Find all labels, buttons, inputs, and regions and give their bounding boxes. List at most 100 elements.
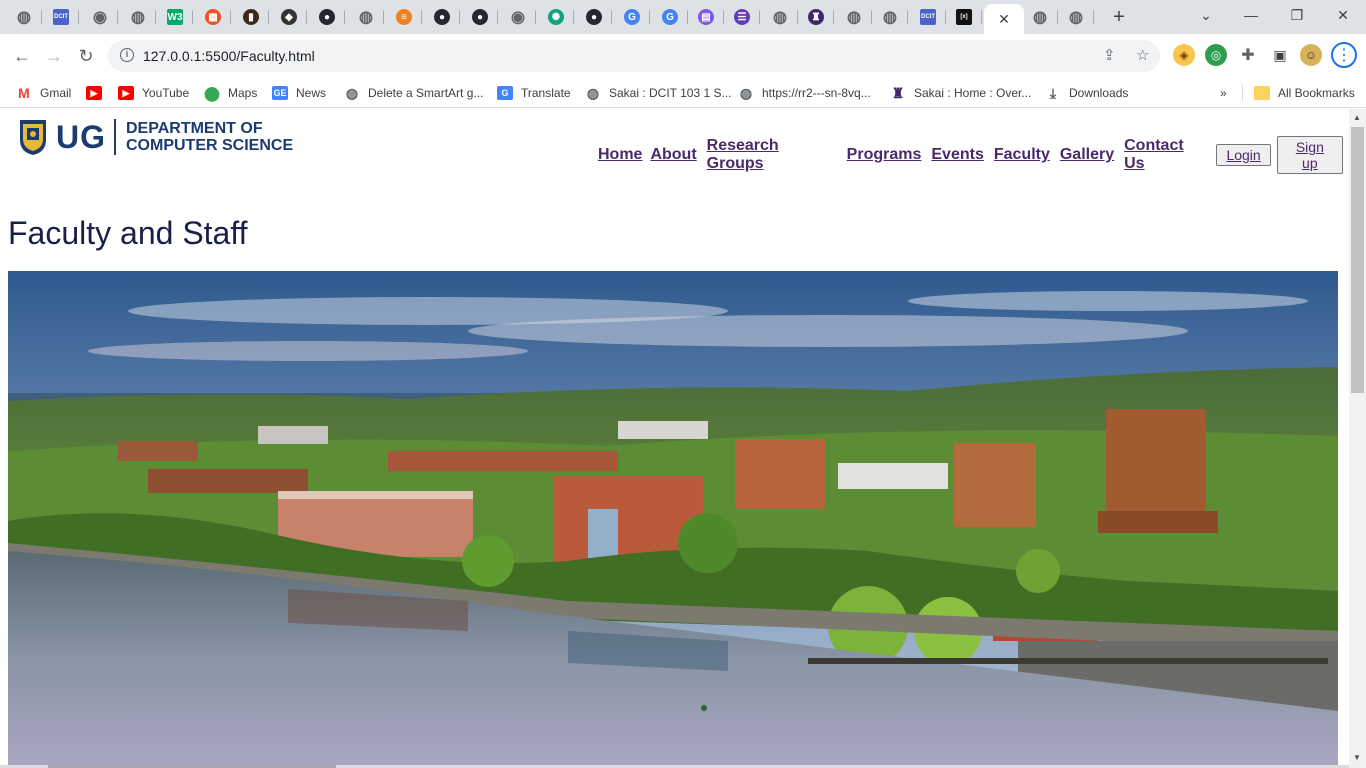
bookmark-item[interactable]: G Translate bbox=[497, 83, 571, 103]
globe-icon: ◍ bbox=[739, 84, 753, 101]
browser-tab[interactable]: DCIT bbox=[43, 4, 79, 30]
tab-separator bbox=[907, 10, 908, 24]
browser-tab[interactable]: ◍ bbox=[348, 4, 384, 30]
browser-tab[interactable]: ◍ bbox=[120, 4, 156, 30]
app-icon: ◆ bbox=[281, 9, 297, 25]
browser-tab[interactable]: ▤ bbox=[688, 4, 724, 30]
url-text[interactable]: 127.0.0.1:5500/Faculty.html bbox=[143, 48, 315, 64]
tab-separator bbox=[981, 10, 982, 24]
bookmark-label: Downloads bbox=[1069, 86, 1129, 100]
browser-tab[interactable]: ✺ bbox=[538, 4, 574, 30]
tab-separator bbox=[344, 10, 345, 24]
folder-icon bbox=[1254, 86, 1270, 100]
nav-link-contact-us[interactable]: Contact Us bbox=[1124, 137, 1206, 173]
minimize-button[interactable]: — bbox=[1237, 4, 1265, 26]
browser-tab[interactable]: ● bbox=[424, 4, 460, 30]
browser-tab[interactable]: ▦ bbox=[195, 4, 231, 30]
browser-tab[interactable]: G bbox=[614, 4, 650, 30]
extension-tiger-icon[interactable]: ◈ bbox=[1173, 44, 1195, 66]
globe-icon: ◍ bbox=[847, 9, 861, 26]
all-bookmarks-folder[interactable]: All Bookmarks bbox=[1254, 83, 1355, 103]
bookmark-item[interactable]: M Gmail bbox=[16, 83, 71, 103]
browser-tab[interactable]: ◍ bbox=[1022, 4, 1058, 30]
close-window-button[interactable]: ✕ bbox=[1329, 4, 1357, 26]
browser-tab[interactable]: ☰ bbox=[724, 4, 760, 30]
dcit-icon: DCIT bbox=[53, 9, 69, 25]
nav-link-research-groups[interactable]: Research Groups bbox=[707, 137, 837, 173]
bookmark-item[interactable]: ⬤ Maps bbox=[204, 83, 257, 103]
site-info-icon[interactable]: i bbox=[120, 48, 134, 62]
login-button[interactable]: Login bbox=[1216, 144, 1271, 166]
chrome-menu-icon[interactable]: ⋮ bbox=[1331, 42, 1357, 68]
active-tab[interactable]: ✕ bbox=[984, 4, 1024, 34]
tab-separator bbox=[268, 10, 269, 24]
browser-tab[interactable]: G bbox=[652, 4, 688, 30]
nav-link-events[interactable]: Events bbox=[931, 146, 983, 164]
browser-tab[interactable]: ◍ bbox=[6, 4, 42, 30]
tab-separator bbox=[421, 10, 422, 24]
globe-icon: ◍ bbox=[1069, 9, 1083, 26]
browser-tab[interactable]: ● bbox=[462, 4, 498, 30]
forward-button[interactable]: → bbox=[42, 44, 66, 68]
tab-search-icon[interactable]: ⌄ bbox=[1192, 4, 1220, 26]
browser-tab[interactable]: ≡ bbox=[386, 4, 422, 30]
nav-link-programs[interactable]: Programs bbox=[847, 146, 922, 164]
nav-link-gallery[interactable]: Gallery bbox=[1060, 146, 1114, 164]
bookmark-item[interactable]: GE News bbox=[272, 83, 326, 103]
bookmark-star-icon[interactable]: ☆ bbox=[1136, 46, 1149, 64]
tab-separator bbox=[230, 10, 231, 24]
browser-tab[interactable]: ◉ bbox=[82, 4, 118, 30]
nav-link-faculty[interactable]: Faculty bbox=[994, 146, 1050, 164]
browser-tab[interactable]: DCIT bbox=[910, 4, 946, 30]
nav-link-about[interactable]: About bbox=[650, 146, 696, 164]
browser-tab[interactable]: ◍ bbox=[1058, 4, 1094, 30]
browser-tab[interactable]: ◆ bbox=[271, 4, 307, 30]
bookmark-item[interactable]: ◍ https://rr2---sn-8vq... bbox=[738, 83, 871, 103]
bookmark-item[interactable]: ◍ Sakai : DCIT 103 1 S... bbox=[585, 83, 732, 103]
signup-button[interactable]: Sign up bbox=[1276, 136, 1343, 174]
bookmark-item[interactable]: ♜ Sakai : Home : Over... bbox=[890, 83, 1032, 103]
new-tab-button[interactable]: + bbox=[1108, 6, 1130, 28]
ug-logo[interactable]: UG DEPARTMENT OF COMPUTER SCIENCE bbox=[18, 118, 293, 156]
browser-tab[interactable]: ◉ bbox=[500, 4, 536, 30]
profile-avatar[interactable]: ☺ bbox=[1300, 44, 1322, 66]
back-button[interactable]: ← bbox=[10, 44, 34, 68]
bookmark-item[interactable]: ▶ bbox=[86, 83, 110, 103]
bookmarks-bar: M Gmail ▶ ▶ YouTube ⬤ Maps GE News ◍ Delete a Smar… bbox=[0, 78, 1366, 108]
google-icon: G bbox=[624, 9, 640, 25]
bookmark-item[interactable]: ▶ YouTube bbox=[118, 83, 189, 103]
browser-tab[interactable]: W3 bbox=[157, 4, 193, 30]
github-icon: ● bbox=[319, 9, 335, 25]
download-icon: ⤓ bbox=[1049, 84, 1057, 101]
bookmark-item[interactable]: ◍ Delete a SmartArt g... bbox=[344, 83, 484, 103]
extensions-puzzle-icon[interactable]: ✚ bbox=[1237, 44, 1259, 66]
browser-tab[interactable]: ◍ bbox=[762, 4, 798, 30]
share-icon[interactable]: ⇪ bbox=[1103, 46, 1116, 64]
extension-grammar-icon[interactable]: ◎ bbox=[1205, 44, 1227, 66]
scroll-down-arrow-icon[interactable]: ▼ bbox=[1353, 753, 1361, 762]
vertical-scrollbar[interactable]: ▲ ▼ bbox=[1349, 109, 1366, 768]
close-tab-icon[interactable]: ✕ bbox=[998, 11, 1010, 28]
browser-tab[interactable]: ♜ bbox=[798, 4, 834, 30]
address-bar[interactable]: i 127.0.0.1:5500/Faculty.html bbox=[108, 40, 1160, 72]
browser-tab[interactable]: [x] bbox=[946, 4, 982, 30]
browser-tab[interactable]: ● bbox=[576, 4, 612, 30]
more-bookmarks-icon[interactable]: » bbox=[1220, 83, 1227, 103]
tab-separator bbox=[383, 10, 384, 24]
browser-tab[interactable]: ◍ bbox=[872, 4, 908, 30]
tab-separator bbox=[78, 10, 79, 24]
forms-icon: ☰ bbox=[734, 9, 750, 25]
browser-tab[interactable]: ● bbox=[309, 4, 345, 30]
tab-separator bbox=[759, 10, 760, 24]
bookmark-label: https://rr2---sn-8vq... bbox=[762, 86, 871, 100]
browser-tab[interactable]: ▮ bbox=[233, 4, 269, 30]
scroll-up-arrow-icon[interactable]: ▲ bbox=[1353, 113, 1361, 122]
maximize-button[interactable]: ❐ bbox=[1283, 4, 1311, 26]
bookmark-item[interactable]: ⤓ Downloads bbox=[1045, 83, 1128, 103]
scroll-thumb[interactable] bbox=[1351, 127, 1364, 393]
nav-link-home[interactable]: Home bbox=[598, 146, 642, 164]
side-panel-icon[interactable]: ▣ bbox=[1269, 44, 1291, 66]
stackoverflow-icon: ≡ bbox=[396, 9, 412, 25]
browser-tab[interactable]: ◍ bbox=[836, 4, 872, 30]
reload-button[interactable]: ↻ bbox=[74, 44, 98, 68]
